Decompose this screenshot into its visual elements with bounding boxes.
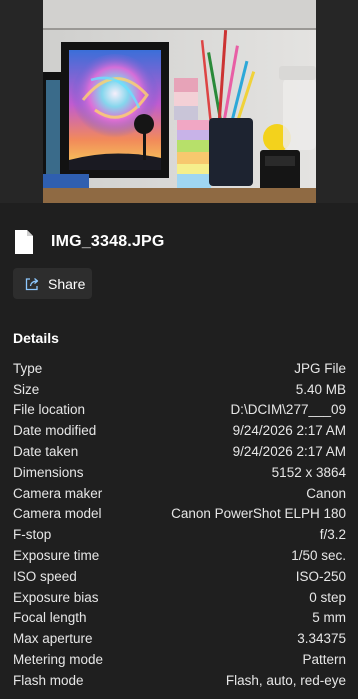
photo-thumbnail [43, 0, 316, 203]
detail-row: ISO speed ISO-250 [13, 566, 346, 587]
detail-value: JPG File [294, 360, 346, 376]
detail-label: Flash mode [13, 672, 84, 688]
detail-label: Type [13, 360, 43, 376]
detail-label: Date modified [13, 423, 97, 439]
detail-value: Canon [306, 485, 346, 501]
detail-row: Exposure time 1/50 sec. [13, 545, 346, 566]
detail-label: Dimensions [13, 464, 84, 480]
detail-label: Metering mode [13, 652, 104, 668]
share-icon [24, 276, 40, 292]
detail-row: Exposure bias 0 step [13, 587, 346, 608]
detail-label: File location [13, 402, 86, 418]
detail-value: 9/24/2026 2:17 AM [232, 423, 346, 439]
detail-label: Size [13, 381, 40, 397]
detail-label: Exposure time [13, 548, 100, 564]
file-name: IMG_3348.JPG [51, 233, 165, 250]
share-button[interactable]: Share [13, 268, 92, 299]
detail-value: 5.40 MB [295, 381, 346, 397]
detail-value: Flash, auto, red-eye [225, 672, 346, 688]
detail-row: File location D:\DCIM\277___09 [13, 400, 346, 421]
detail-value: Pattern [302, 652, 346, 668]
details-list: Type JPG File Size 5.40 MB File location D:\D… [13, 358, 346, 691]
detail-label: Date taken [13, 444, 79, 460]
detail-label: Camera maker [13, 485, 103, 501]
detail-label: Exposure bias [13, 589, 99, 605]
detail-value: 5 mm [312, 610, 346, 626]
detail-row: F-stop f/3.2 [13, 524, 346, 545]
image-preview [0, 0, 358, 203]
detail-label: Camera model [13, 506, 102, 522]
detail-value: Canon PowerShot ELPH 180 [171, 506, 346, 522]
detail-value: f/3.2 [319, 527, 346, 543]
share-label: Share [48, 275, 86, 292]
detail-row: Metering mode Pattern [13, 649, 346, 670]
detail-row: Camera maker Canon [13, 483, 346, 504]
detail-label: F-stop [13, 527, 52, 543]
detail-value: D:\DCIM\277___09 [230, 402, 346, 418]
detail-label: Max aperture [13, 631, 93, 647]
details-heading: Details [13, 330, 59, 346]
detail-row: Size 5.40 MB [13, 379, 346, 400]
detail-row: Camera model Canon PowerShot ELPH 180 [13, 504, 346, 525]
detail-row: Type JPG File [13, 358, 346, 379]
detail-row: Max aperture 3.34375 [13, 628, 346, 649]
detail-value: 0 step [309, 589, 346, 605]
detail-row: Date taken 9/24/2026 2:17 AM [13, 441, 346, 462]
detail-row: Date modified 9/24/2026 2:17 AM [13, 420, 346, 441]
detail-value: 9/24/2026 2:17 AM [232, 444, 346, 460]
detail-label: Focal length [13, 610, 87, 626]
document-icon [14, 229, 34, 255]
detail-value: 5152 x 3864 [271, 464, 346, 480]
file-header: IMG_3348.JPG [14, 228, 165, 256]
detail-label: ISO speed [13, 568, 77, 584]
detail-row: Flash mode Flash, auto, red-eye [13, 670, 346, 691]
detail-value: 3.34375 [297, 631, 346, 647]
detail-value: ISO-250 [295, 568, 346, 584]
detail-value: 1/50 sec. [291, 548, 346, 564]
detail-row: Focal length 5 mm [13, 608, 346, 629]
detail-row: Dimensions 5152 x 3864 [13, 462, 346, 483]
